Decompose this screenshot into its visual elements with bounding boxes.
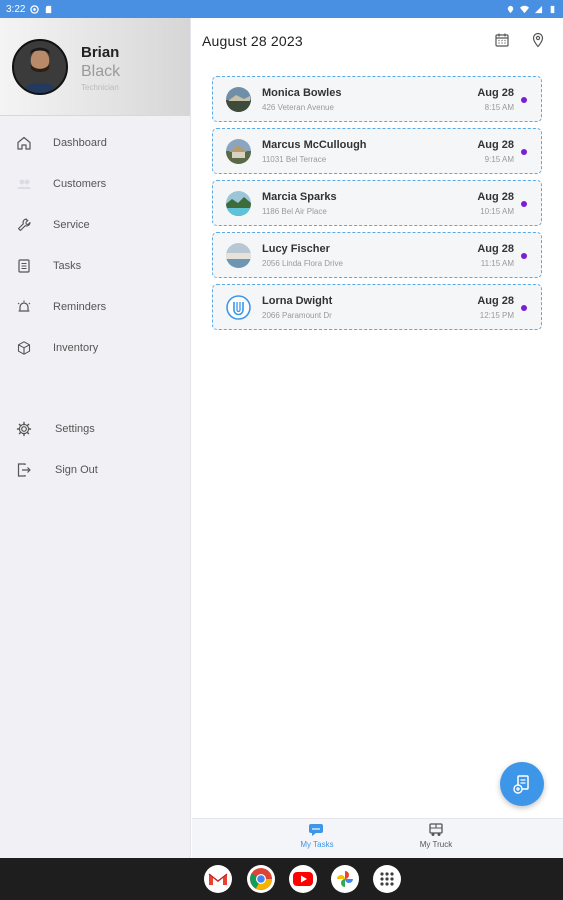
task-time: 9:15 AM bbox=[484, 155, 514, 164]
sidebar-item-dashboard[interactable]: Dashboard bbox=[0, 125, 191, 161]
tasks-icon bbox=[15, 257, 33, 275]
wifi-icon bbox=[520, 5, 529, 13]
task-card-marcia-sparks[interactable]: Marcia Sparks 1186 Bel Air Place Aug 28 … bbox=[212, 180, 542, 226]
task-customer-name: Marcus McCullough bbox=[262, 139, 367, 151]
wrench-icon bbox=[15, 216, 33, 234]
location-icon bbox=[507, 5, 514, 13]
task-address: 2056 Linda Flora Drive bbox=[262, 259, 343, 268]
profile-header[interactable]: Brian Black Technician bbox=[0, 18, 190, 116]
sidebar-item-reminders[interactable]: Reminders bbox=[0, 289, 191, 325]
battery-icon bbox=[550, 5, 555, 13]
map-pin-icon[interactable] bbox=[529, 31, 547, 49]
profile-last-name: Black bbox=[81, 63, 121, 80]
system-dock bbox=[0, 858, 563, 900]
calendar-icon[interactable] bbox=[493, 31, 511, 49]
status-dot bbox=[521, 149, 527, 155]
sidebar-item-label: Tasks bbox=[53, 260, 82, 272]
signal-icon bbox=[534, 5, 543, 13]
youtube-icon[interactable] bbox=[289, 865, 317, 893]
alarm-icon bbox=[15, 298, 33, 316]
tab-label: My Truck bbox=[419, 840, 453, 849]
task-card-marcus-mccullough[interactable]: Marcus McCullough 11031 Bel Terrace Aug … bbox=[212, 128, 542, 174]
sd-card-icon bbox=[46, 5, 52, 13]
sidebar-item-label: Dashboard bbox=[53, 137, 107, 149]
status-dot bbox=[521, 97, 527, 103]
status-time: 3:22 bbox=[6, 3, 26, 15]
task-date: Aug 28 bbox=[477, 87, 514, 99]
gmail-icon[interactable] bbox=[204, 865, 232, 893]
add-task-icon bbox=[513, 775, 529, 794]
page-title: August 28 2023 bbox=[202, 33, 303, 49]
sidebar-item-label: Reminders bbox=[53, 301, 107, 313]
task-address: 426 Veteran Avenue bbox=[262, 103, 334, 112]
photos-icon[interactable] bbox=[331, 865, 359, 893]
profile-first-name: Brian bbox=[81, 44, 120, 61]
task-date: Aug 28 bbox=[477, 295, 514, 307]
task-card-monica-bowles[interactable]: Monica Bowles 426 Veteran Avenue Aug 28 … bbox=[212, 76, 542, 122]
gear-icon bbox=[15, 420, 33, 438]
customer-photo bbox=[226, 243, 251, 268]
task-card-lorna-dwight[interactable]: Lorna Dwight 2066 Paramount Dr Aug 28 12… bbox=[212, 284, 542, 330]
sidebar-item-label: Inventory bbox=[53, 342, 99, 354]
task-time: 12:15 PM bbox=[479, 311, 514, 320]
task-time: 11:15 AM bbox=[480, 259, 514, 268]
sidebar-item-inventory[interactable]: Inventory bbox=[0, 330, 191, 366]
sidebar-item-label: Settings bbox=[55, 423, 95, 435]
company-logo-icon bbox=[226, 295, 251, 320]
sidebar: Brian Black Technician Dashboard Custome… bbox=[0, 18, 191, 858]
task-card-lucy-fischer[interactable]: Lucy Fischer 2056 Linda Flora Drive Aug … bbox=[212, 232, 542, 278]
task-time: 8:15 AM bbox=[484, 103, 514, 112]
task-address: 1186 Bel Air Place bbox=[262, 207, 327, 216]
sidebar-item-service[interactable]: Service bbox=[0, 207, 191, 243]
task-customer-name: Lorna Dwight bbox=[262, 295, 333, 307]
avatar-image bbox=[14, 41, 66, 93]
sidebar-item-settings[interactable]: Settings bbox=[0, 411, 191, 447]
sidebar-item-tasks[interactable]: Tasks bbox=[0, 248, 191, 284]
sidebar-item-sign-out[interactable]: Sign Out bbox=[0, 452, 191, 488]
customer-photo bbox=[226, 87, 251, 112]
status-dot bbox=[521, 305, 527, 311]
sign-out-icon bbox=[15, 461, 33, 479]
tab-my-tasks[interactable]: My Tasks bbox=[277, 823, 357, 857]
customers-icon bbox=[15, 175, 33, 193]
avatar[interactable] bbox=[12, 39, 68, 95]
tab-label: My Tasks bbox=[300, 840, 334, 849]
status-dot bbox=[521, 201, 527, 207]
task-date: Aug 28 bbox=[477, 243, 514, 255]
sync-icon bbox=[30, 4, 40, 14]
task-date: Aug 28 bbox=[477, 191, 514, 203]
sidebar-item-label: Customers bbox=[53, 178, 107, 190]
sidebar-item-label: Sign Out bbox=[55, 464, 98, 476]
new-task-button[interactable] bbox=[500, 762, 544, 806]
bottom-navigation: My Tasks My Truck bbox=[192, 818, 563, 858]
task-time: 10:15 AM bbox=[480, 207, 514, 216]
profile-role: Technician bbox=[81, 83, 119, 92]
chrome-icon[interactable] bbox=[247, 865, 275, 893]
customer-photo bbox=[226, 139, 251, 164]
task-date: Aug 28 bbox=[477, 139, 514, 151]
sidebar-item-label: Service bbox=[53, 219, 90, 231]
main-panel: August 28 2023 Monica Bowles 426 Veteran… bbox=[192, 18, 563, 818]
status-bar: 3:22 bbox=[0, 0, 563, 18]
task-address: 2066 Paramount Dr bbox=[262, 311, 332, 320]
task-customer-name: Marcia Sparks bbox=[262, 191, 337, 203]
customer-photo bbox=[226, 191, 251, 216]
app-drawer-icon[interactable] bbox=[373, 865, 401, 893]
sidebar-item-customers[interactable]: Customers bbox=[0, 166, 191, 202]
tasks-chat-icon bbox=[309, 824, 323, 836]
task-address: 11031 Bel Terrace bbox=[262, 155, 327, 164]
task-customer-name: Monica Bowles bbox=[262, 87, 342, 99]
status-dot bbox=[521, 253, 527, 259]
task-customer-name: Lucy Fischer bbox=[262, 243, 330, 255]
box-icon bbox=[15, 339, 33, 357]
tab-my-truck[interactable]: My Truck bbox=[396, 823, 476, 857]
home-icon bbox=[15, 134, 33, 152]
truck-icon bbox=[429, 823, 443, 836]
